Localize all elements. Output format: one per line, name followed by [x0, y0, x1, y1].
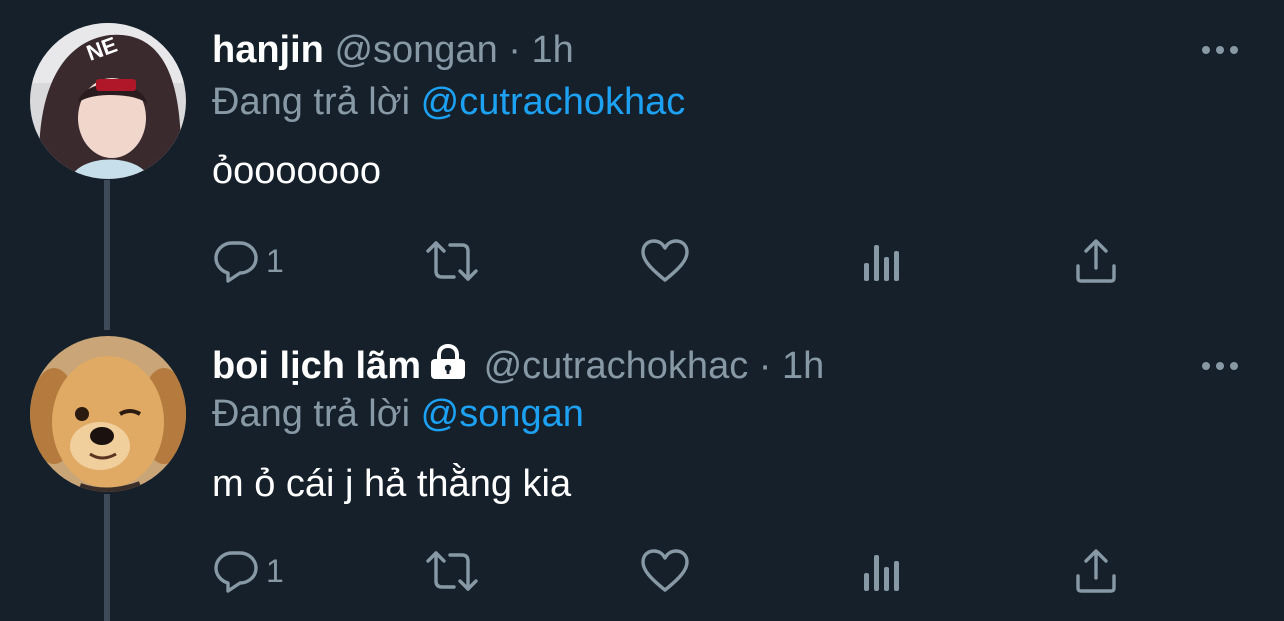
tweet[interactable]: NE hanjin @songan · 1h Đang trả lời @cut… — [0, 0, 1284, 320]
reply-count: 1 — [266, 242, 284, 279]
replying-to-label: Đang trả lời — [212, 81, 411, 123]
retweet-button[interactable] — [424, 546, 480, 596]
display-name[interactable]: boi lịch lãm — [212, 345, 421, 387]
mention-link[interactable]: @cutrachokhac — [421, 81, 686, 123]
tweet-text: ỏooooooo — [212, 150, 382, 192]
like-button[interactable] — [640, 236, 690, 286]
timestamp[interactable]: 1h — [782, 345, 824, 387]
replying-to-label: Đang trả lời — [212, 393, 411, 435]
reply-button[interactable]: 1 — [212, 236, 284, 286]
analytics-button[interactable] — [860, 546, 904, 596]
tweet-thread: NE hanjin @songan · 1h Đang trả lời @cut… — [0, 0, 1284, 621]
username[interactable]: @songan — [334, 29, 497, 71]
like-icon — [640, 238, 690, 284]
replying-to: Đang trả lời @cutrachokhac — [212, 79, 685, 125]
tweet[interactable]: boi lịch lãm @cutrachokhac · 1h Đang trả… — [0, 320, 1284, 621]
reply-button[interactable]: 1 — [212, 546, 284, 596]
mention-link[interactable]: @songan — [421, 393, 584, 435]
avatar[interactable] — [30, 336, 186, 492]
more-icon[interactable] — [1200, 40, 1240, 60]
tweet-header: hanjin @songan · 1h — [212, 27, 574, 73]
reply-count: 1 — [266, 552, 284, 589]
share-button[interactable] — [1074, 546, 1118, 596]
replying-to: Đang trả lời @songan — [212, 391, 584, 437]
tweet-actions: 1 — [212, 236, 1132, 286]
tweet-header: boi lịch lãm @cutrachokhac · 1h — [212, 343, 824, 391]
like-icon — [640, 548, 690, 594]
tweet-text: m ỏ cái j hả thằng kia — [212, 463, 572, 505]
separator-dot: · — [758, 345, 772, 387]
analytics-icon — [860, 549, 904, 593]
retweet-icon — [424, 237, 480, 285]
analytics-button[interactable] — [860, 236, 904, 286]
like-button[interactable] — [640, 546, 690, 596]
timestamp[interactable]: 1h — [531, 29, 573, 71]
analytics-icon — [860, 239, 904, 283]
share-button[interactable] — [1074, 236, 1118, 286]
lock-icon — [427, 343, 469, 391]
share-icon — [1074, 238, 1118, 284]
more-icon[interactable] — [1200, 356, 1240, 376]
display-name[interactable]: hanjin — [212, 29, 324, 71]
avatar[interactable]: NE — [30, 23, 186, 179]
username[interactable]: @cutrachokhac — [484, 345, 749, 387]
tweet-actions: 1 — [212, 546, 1132, 596]
retweet-button[interactable] — [424, 236, 480, 286]
share-icon — [1074, 548, 1118, 594]
reply-icon — [212, 237, 260, 285]
reply-icon — [212, 547, 260, 595]
separator-dot: · — [508, 29, 521, 71]
retweet-icon — [424, 547, 480, 595]
